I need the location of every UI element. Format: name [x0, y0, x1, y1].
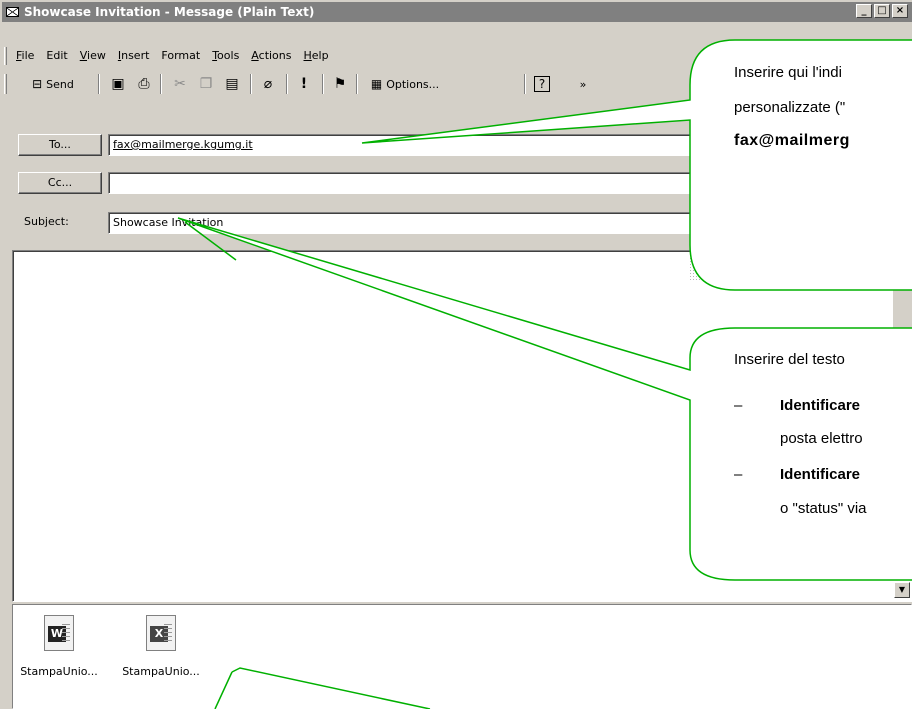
callout-top-line1: Inserire qui l'indi	[734, 64, 842, 81]
clipboard-icon: ▤	[225, 76, 239, 92]
callout-mid-item1a: Identificare	[780, 397, 861, 414]
menu-edit[interactable]: Edit	[40, 46, 73, 66]
toolbar-separator	[160, 74, 162, 94]
attachment-name: StampaUnio...	[122, 665, 200, 678]
paste-button[interactable]: ▤	[220, 73, 244, 95]
toolbar-separator	[322, 74, 324, 94]
floppy-disk-icon: ▣	[111, 76, 125, 92]
help-icon: ?	[534, 76, 550, 92]
window-controls: _ □ ×	[856, 4, 908, 18]
send-icon: ⊟	[32, 77, 43, 91]
scroll-down-arrow-icon[interactable]: ▼	[894, 582, 910, 598]
callout-bullet: –	[734, 397, 743, 414]
toolbar-overflow-button[interactable]: »	[576, 73, 590, 95]
printer-icon: ⎙	[138, 76, 150, 92]
menu-help[interactable]: Help	[298, 46, 335, 66]
toolbar-separator	[250, 74, 252, 94]
exclamation-icon: !	[300, 76, 308, 92]
scrollbar-thumb[interactable]	[892, 290, 912, 330]
send-button[interactable]: ⊟ Send	[12, 73, 94, 95]
menu-insert[interactable]: Insert	[112, 46, 156, 66]
toolbar-separator	[356, 74, 358, 94]
menu-actions[interactable]: Actions	[245, 46, 297, 66]
toolbar-separator	[524, 74, 526, 94]
callout-top-line3: fax@mailmerg	[734, 132, 850, 149]
options-icon: ▦	[370, 77, 383, 91]
message-body[interactable]	[12, 250, 912, 602]
menu-format[interactable]: Format	[155, 46, 206, 66]
toolbar-separator	[286, 74, 288, 94]
attach-file-button[interactable]: ⌀	[256, 73, 280, 95]
maximize-button[interactable]: □	[874, 4, 890, 18]
callout-mid-item2b: o "status" via	[780, 500, 867, 517]
callout-top-line2: personalizzate ("	[734, 99, 846, 116]
flag-icon: ⚑	[333, 76, 347, 92]
help-button[interactable]: ?	[530, 73, 554, 95]
cc-button[interactable]: Cc...	[18, 172, 102, 194]
flag-button[interactable]: ⚑	[328, 73, 352, 95]
copy-button[interactable]: ❐	[194, 73, 218, 95]
excel-spreadsheet-icon: X	[146, 615, 176, 651]
toolbar-grip-icon[interactable]	[4, 74, 7, 94]
menu-tools[interactable]: Tools	[206, 46, 245, 66]
chevron-right-icon: »	[579, 77, 587, 91]
send-label: Send	[46, 77, 74, 91]
menu-file[interactable]: File	[10, 46, 40, 66]
word-document-icon: W	[44, 615, 74, 651]
attachment-excel[interactable]: X StampaUnio...	[121, 615, 201, 678]
cc-field[interactable]	[108, 172, 912, 194]
window-title: Showcase Invitation - Message (Plain Tex…	[24, 5, 315, 19]
attachment-word[interactable]: W StampaUnio...	[19, 615, 99, 678]
callout-bullet: –	[734, 466, 743, 483]
cut-button[interactable]: ✂	[168, 73, 192, 95]
menu-grip-icon[interactable]	[4, 47, 7, 65]
minimize-button[interactable]: _	[856, 4, 872, 18]
attachments-pane: W StampaUnio... X StampaUnio...	[12, 604, 912, 709]
close-button[interactable]: ×	[892, 4, 908, 18]
scissors-icon: ✂	[174, 76, 186, 92]
subject-field[interactable]: Showcase Invitation	[108, 212, 912, 234]
attachment-name: StampaUnio...	[20, 665, 98, 678]
subject-row: Subject: Showcase Invitation	[0, 210, 912, 236]
copy-icon: ❐	[199, 76, 213, 92]
options-button[interactable]: ▦ Options...	[362, 73, 448, 95]
paperclip-icon: ⌀	[263, 76, 273, 92]
to-button[interactable]: To...	[18, 134, 102, 156]
callout-mid-item2a: Identificare	[780, 466, 861, 483]
toolbar-separator	[98, 74, 100, 94]
save-button[interactable]: ▣	[106, 73, 130, 95]
callout-mid-line1: Inserire del testo	[734, 351, 845, 368]
print-button[interactable]: ⎙	[132, 73, 156, 95]
envelope-icon	[6, 7, 19, 17]
title-bar[interactable]: Showcase Invitation - Message (Plain Tex…	[2, 2, 912, 22]
options-label: Options...	[386, 77, 440, 91]
callout-mid-item1b: posta elettro	[780, 430, 863, 447]
cc-row: Cc...	[0, 170, 912, 196]
subject-label: Subject:	[24, 215, 69, 228]
importance-high-button[interactable]: !	[292, 73, 316, 95]
menu-view[interactable]: View	[74, 46, 112, 66]
